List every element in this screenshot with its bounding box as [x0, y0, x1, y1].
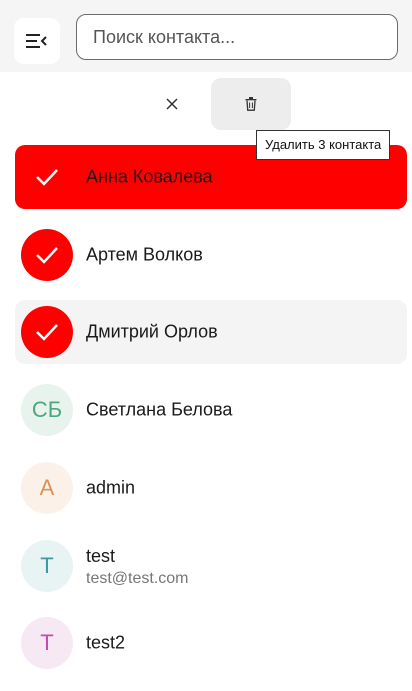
- check-icon: [36, 324, 58, 341]
- avatar[interactable]: A: [21, 462, 73, 514]
- search-input[interactable]: [76, 14, 398, 60]
- contact-item[interactable]: СБ Светлана Белова: [15, 378, 407, 442]
- close-icon: [166, 98, 178, 110]
- contact-name: Светлана Белова: [86, 399, 233, 420]
- avatar-initials: T: [40, 553, 54, 578]
- delete-tooltip: Удалить 3 контакта: [256, 130, 391, 160]
- contact-name: Артем Волков: [86, 244, 203, 265]
- avatar[interactable]: T: [21, 617, 73, 669]
- avatar-initials: T: [40, 630, 54, 655]
- check-icon: [36, 247, 58, 264]
- contact-item[interactable]: T test2: [15, 611, 407, 675]
- menu-collapse-icon: [26, 34, 47, 48]
- contact-name: Дмитрий Орлов: [86, 321, 218, 342]
- contact-item[interactable]: T test test@test.com: [15, 534, 407, 598]
- avatar-initials: A: [39, 475, 55, 500]
- contact-name: Анна Ковалева: [86, 166, 213, 187]
- check-icon: [36, 169, 58, 186]
- avatar[interactable]: T: [21, 540, 73, 592]
- avatar-initials: СБ: [31, 397, 63, 422]
- contacts-panel: Удалить 3 контакта Анна Ковалева Артем В…: [0, 72, 412, 691]
- delete-button[interactable]: [211, 78, 291, 130]
- avatar[interactable]: [21, 151, 73, 203]
- avatar[interactable]: СБ: [21, 384, 73, 436]
- contact-email: test@test.com: [86, 570, 189, 587]
- contact-name: test2: [86, 632, 126, 653]
- avatar[interactable]: [21, 229, 73, 281]
- menu-button[interactable]: [14, 18, 60, 64]
- contact-item[interactable]: Дмитрий Орлов: [15, 300, 407, 364]
- contact-item[interactable]: Артем Волков: [15, 223, 407, 287]
- selection-toolbar: Удалить 3 контакта: [0, 72, 412, 160]
- avatar[interactable]: [21, 306, 73, 358]
- trash-icon: [245, 97, 257, 111]
- contact-name: test: [86, 546, 116, 566]
- clear-selection-button[interactable]: [146, 78, 198, 130]
- contact-name: admin: [86, 477, 136, 498]
- contact-item[interactable]: A admin: [15, 456, 407, 520]
- header: [0, 0, 412, 72]
